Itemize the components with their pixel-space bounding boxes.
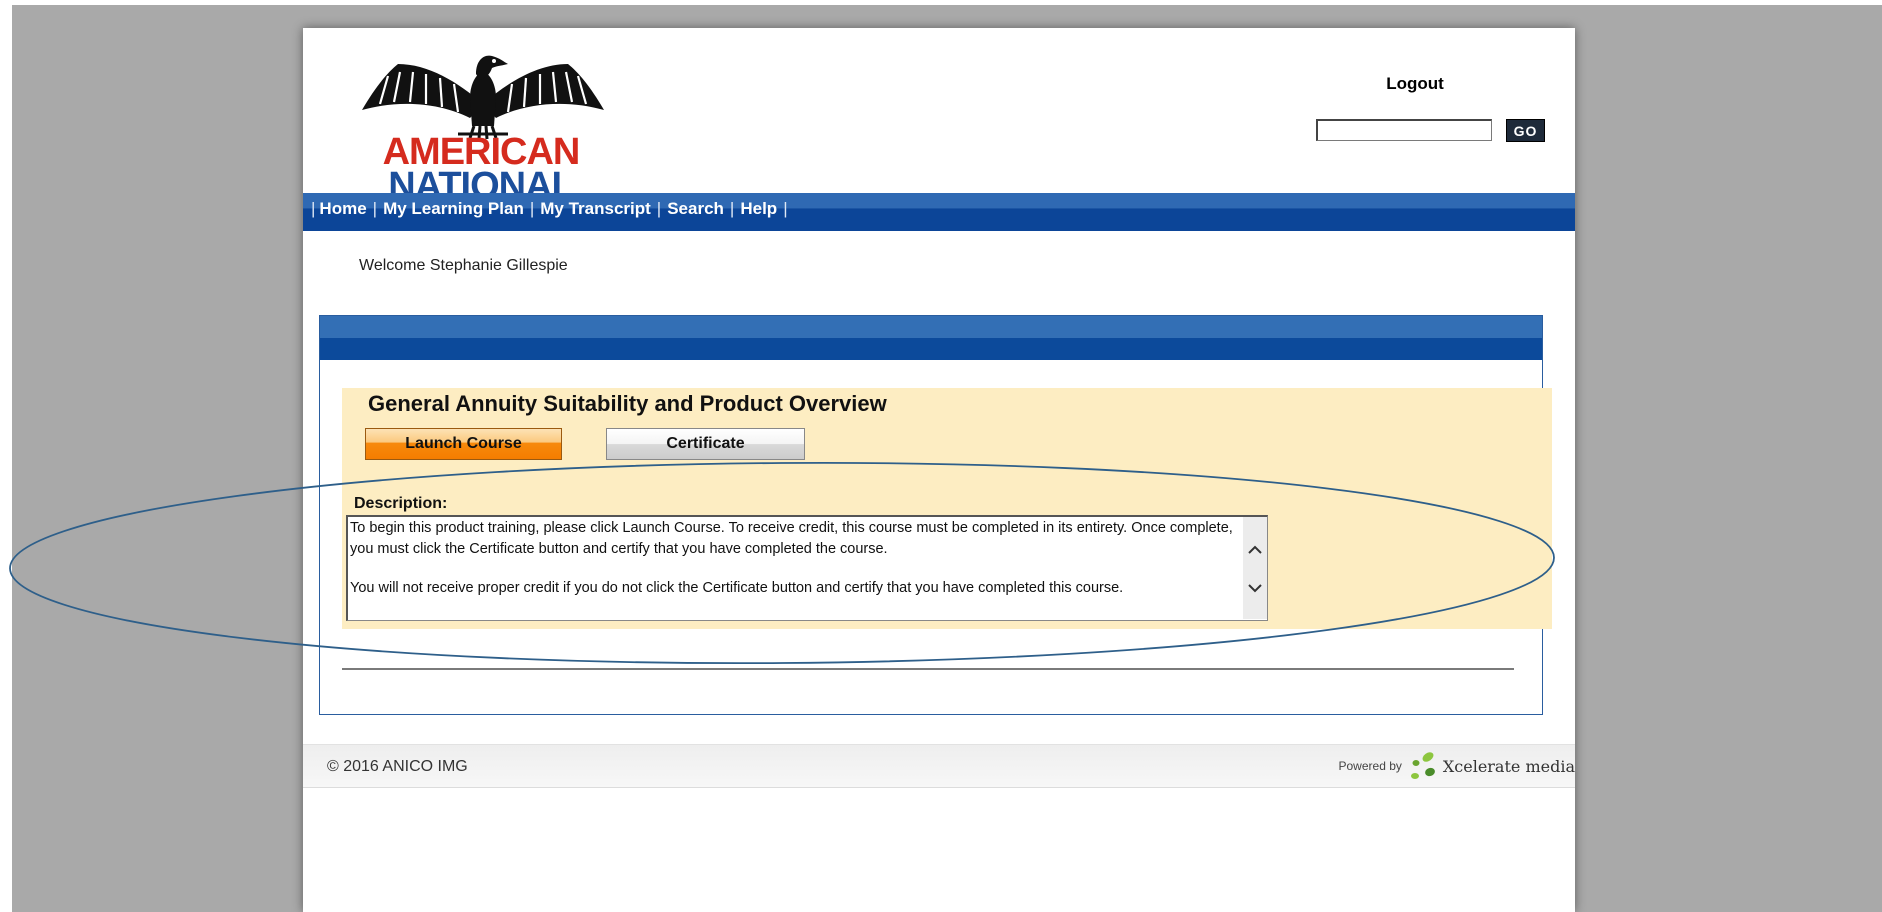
xcelerate-leaf-icon	[1410, 752, 1435, 779]
description-paragraph-1: To begin this product training, please c…	[350, 520, 1233, 557]
description-label: Description:	[354, 495, 448, 512]
nav-my-transcript[interactable]: My Transcript	[540, 199, 651, 219]
description-text: To begin this product training, please c…	[350, 518, 1240, 599]
footer: © 2016 ANICO IMG Powered by Xcelerate me…	[303, 744, 1575, 788]
nav-separator: |	[783, 199, 788, 218]
search-input[interactable]	[1316, 119, 1492, 141]
page-container: AMERICAN NATIONAL Logout GO | Home | My …	[303, 28, 1575, 912]
certificate-button[interactable]: Certificate	[606, 428, 805, 460]
powered-by-label: Powered by	[1338, 759, 1402, 773]
course-panel: General Annuity Suitability and Product …	[319, 315, 1552, 715]
nav-help[interactable]: Help	[740, 199, 777, 219]
nav-separator: |	[656, 199, 662, 218]
nav-home[interactable]: Home	[319, 199, 366, 219]
panel-header	[320, 316, 1542, 338]
panel-header-band	[320, 338, 1542, 360]
description-textarea[interactable]: To begin this product training, please c…	[346, 515, 1268, 621]
course-detail: General Annuity Suitability and Product …	[342, 388, 1552, 629]
welcome-message: Welcome Stephanie Gillespie	[359, 257, 568, 274]
powered-by: Powered by Xcelerate media	[1338, 749, 1575, 783]
course-title: General Annuity Suitability and Product …	[368, 391, 887, 416]
go-button[interactable]: GO	[1506, 119, 1545, 142]
chevron-up-icon[interactable]	[1243, 537, 1267, 561]
nav-separator: |	[311, 199, 316, 218]
xcelerate-brand: Xcelerate media	[1442, 756, 1575, 776]
logout-link[interactable]: Logout	[1370, 74, 1460, 94]
description-scrollbar[interactable]	[1243, 517, 1267, 619]
american-national-logo[interactable]: AMERICAN NATIONAL	[358, 42, 608, 205]
main-nav: | Home | My Learning Plan | My Transcrip…	[303, 193, 1575, 231]
description-paragraph-2: You will not receive proper credit if yo…	[350, 580, 1124, 596]
nav-separator: |	[372, 199, 378, 218]
nav-my-learning-plan[interactable]: My Learning Plan	[383, 199, 524, 219]
eagle-logo-icon	[362, 55, 604, 140]
divider	[342, 668, 1514, 670]
copyright-text: © 2016 ANICO IMG	[327, 758, 468, 775]
nav-separator: |	[529, 199, 535, 218]
launch-course-button[interactable]: Launch Course	[365, 428, 562, 460]
nav-separator: |	[729, 199, 735, 218]
chevron-down-icon[interactable]	[1243, 575, 1267, 599]
nav-search[interactable]: Search	[667, 199, 724, 219]
